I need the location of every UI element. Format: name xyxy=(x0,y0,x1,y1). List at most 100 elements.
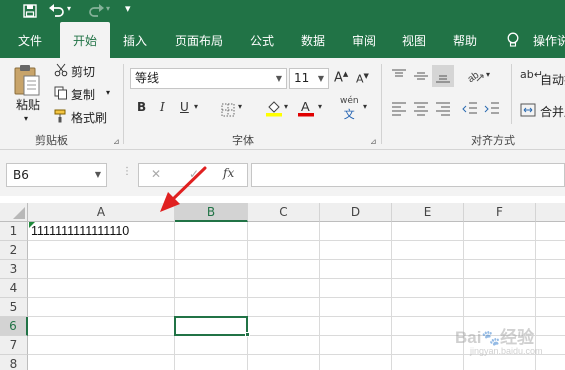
decrease-indent-icon[interactable] xyxy=(462,100,478,120)
align-bottom-icon[interactable] xyxy=(432,65,454,87)
select-all-corner[interactable] xyxy=(0,203,28,222)
fill-color-dropdown-icon[interactable]: ▾ xyxy=(284,102,288,111)
group-separator xyxy=(381,64,382,144)
orientation-icon[interactable]: ab xyxy=(465,66,485,88)
wrap-text-button[interactable]: 自动换 xyxy=(540,71,565,88)
borders-icon[interactable] xyxy=(221,102,235,121)
font-name-dropdown[interactable]: 等线 ▼ xyxy=(130,68,287,89)
copy-button[interactable]: 复制 xyxy=(71,86,95,103)
format-painter-button[interactable]: 格式刷 xyxy=(71,109,107,126)
customize-qat-icon[interactable]: ▾ xyxy=(125,2,131,15)
fill-handle[interactable] xyxy=(245,332,250,337)
scissors-icon[interactable] xyxy=(54,62,68,81)
underline-dropdown-icon[interactable]: ▾ xyxy=(194,102,198,111)
lightbulb-icon[interactable] xyxy=(506,32,520,53)
chevron-down-icon: ▼ xyxy=(317,74,324,83)
insert-function-icon[interactable]: fx xyxy=(223,166,234,180)
tell-me-search[interactable]: 操作说 xyxy=(533,22,565,58)
row-header-3[interactable]: 3 xyxy=(0,260,28,279)
undo-dropdown-icon[interactable]: ▾ xyxy=(67,4,71,13)
font-color-icon[interactable]: A xyxy=(297,98,315,121)
watermark-logo: Bai🐾经验 xyxy=(455,328,535,347)
tab-help[interactable]: 帮助 xyxy=(453,22,477,58)
tab-data[interactable]: 数据 xyxy=(301,22,325,58)
merge-center-button[interactable]: 合并后 xyxy=(540,103,565,120)
name-box[interactable]: B6 ▼ xyxy=(6,163,107,187)
column-header-d[interactable]: D xyxy=(320,203,392,222)
tab-view[interactable]: 视图 xyxy=(402,22,426,58)
align-middle-icon[interactable] xyxy=(413,68,429,88)
row-header-5[interactable]: 5 xyxy=(0,298,28,317)
clipboard-dialog-launcher-icon[interactable]: ⊿ xyxy=(113,137,120,146)
gridline xyxy=(28,240,565,241)
svg-text:ab: ab xyxy=(466,70,482,84)
row-header-6[interactable]: 6 xyxy=(0,317,28,336)
cell-a1[interactable]: 1111111111111110 xyxy=(29,222,174,240)
gridline xyxy=(28,259,565,260)
grid-top-spacer xyxy=(0,196,565,203)
row-header-2[interactable]: 2 xyxy=(0,241,28,260)
selected-cell-b6[interactable] xyxy=(174,316,248,336)
redo-icon[interactable] xyxy=(87,2,105,23)
merge-center-icon[interactable] xyxy=(520,102,536,121)
cut-button[interactable]: 剪切 xyxy=(71,63,95,80)
gridline xyxy=(28,316,565,317)
svg-text:A: A xyxy=(301,99,310,114)
paste-dropdown-icon[interactable]: ▾ xyxy=(24,114,28,123)
gridline xyxy=(319,222,320,370)
column-header-e[interactable]: E xyxy=(392,203,464,222)
tab-insert[interactable]: 插入 xyxy=(123,22,147,58)
row-header-1[interactable]: 1 xyxy=(0,222,28,241)
font-color-dropdown-icon[interactable]: ▾ xyxy=(318,102,322,111)
fill-color-icon[interactable] xyxy=(265,99,283,121)
row-header-8[interactable]: 8 xyxy=(0,355,28,370)
decrease-font-size-icon[interactable]: A▼ xyxy=(356,72,369,86)
watermark-url: jingyan.baidu.com xyxy=(470,346,543,356)
alignment-group-label: 对齐方式 xyxy=(471,134,515,147)
phonetic-guide-icon[interactable]: wén 文 xyxy=(340,96,359,122)
ribbon-tab-bar: 文件 开始 插入 页面布局 公式 数据 审阅 视图 帮助 操作说 xyxy=(0,22,565,58)
gridline xyxy=(174,222,175,370)
row-header-7[interactable]: 7 xyxy=(0,336,28,355)
increase-indent-icon[interactable] xyxy=(484,100,500,120)
tab-file[interactable]: 文件 xyxy=(18,22,42,58)
quick-access-toolbar: ▾ ▾ ▾ xyxy=(0,0,565,22)
tab-home[interactable]: 开始 xyxy=(60,22,110,58)
redo-dropdown-icon[interactable]: ▾ xyxy=(106,4,110,13)
italic-button[interactable]: I xyxy=(160,100,165,114)
tab-review[interactable]: 审阅 xyxy=(352,22,376,58)
subgroup-separator xyxy=(511,64,512,124)
paste-button[interactable]: 粘贴 xyxy=(16,96,40,113)
formula-input[interactable] xyxy=(251,163,565,187)
tab-formulas[interactable]: 公式 xyxy=(250,22,274,58)
borders-dropdown-icon[interactable]: ▾ xyxy=(238,102,242,111)
formula-bar-area: B6 ▼ ⋮ ✕ ✓ fx xyxy=(0,150,565,196)
drag-handle-icon[interactable]: ⋮ xyxy=(122,166,132,177)
align-center-icon[interactable] xyxy=(413,100,429,120)
orientation-dropdown-icon[interactable]: ▾ xyxy=(486,70,490,79)
gridline xyxy=(247,222,248,370)
increase-font-size-icon[interactable]: A▲ xyxy=(334,70,348,85)
format-painter-icon[interactable] xyxy=(54,108,68,127)
row-header-4[interactable]: 4 xyxy=(0,279,28,298)
bold-button[interactable]: B xyxy=(137,100,146,114)
column-header-f[interactable]: F xyxy=(464,203,536,222)
undo-icon[interactable] xyxy=(48,2,66,23)
copy-icon[interactable] xyxy=(54,85,68,104)
phonetic-dropdown-icon[interactable]: ▾ xyxy=(363,102,367,111)
font-dialog-launcher-icon[interactable]: ⊿ xyxy=(370,137,377,146)
group-separator xyxy=(123,64,124,144)
error-indicator-icon[interactable] xyxy=(29,222,35,228)
underline-button[interactable]: U xyxy=(180,100,189,114)
align-left-icon[interactable] xyxy=(391,100,407,120)
align-top-icon[interactable] xyxy=(391,68,407,88)
save-icon[interactable] xyxy=(22,3,38,23)
column-header-c[interactable]: C xyxy=(248,203,320,222)
align-right-icon[interactable] xyxy=(435,100,451,120)
copy-dropdown-icon[interactable]: ▾ xyxy=(106,88,110,97)
phonetic-bottom-text: 文 xyxy=(343,108,355,121)
font-size-dropdown[interactable]: 11 ▼ xyxy=(289,68,329,89)
tab-page-layout[interactable]: 页面布局 xyxy=(175,22,223,58)
column-header-g[interactable] xyxy=(536,203,565,222)
clipboard-group-label: 剪贴板 xyxy=(35,134,68,147)
